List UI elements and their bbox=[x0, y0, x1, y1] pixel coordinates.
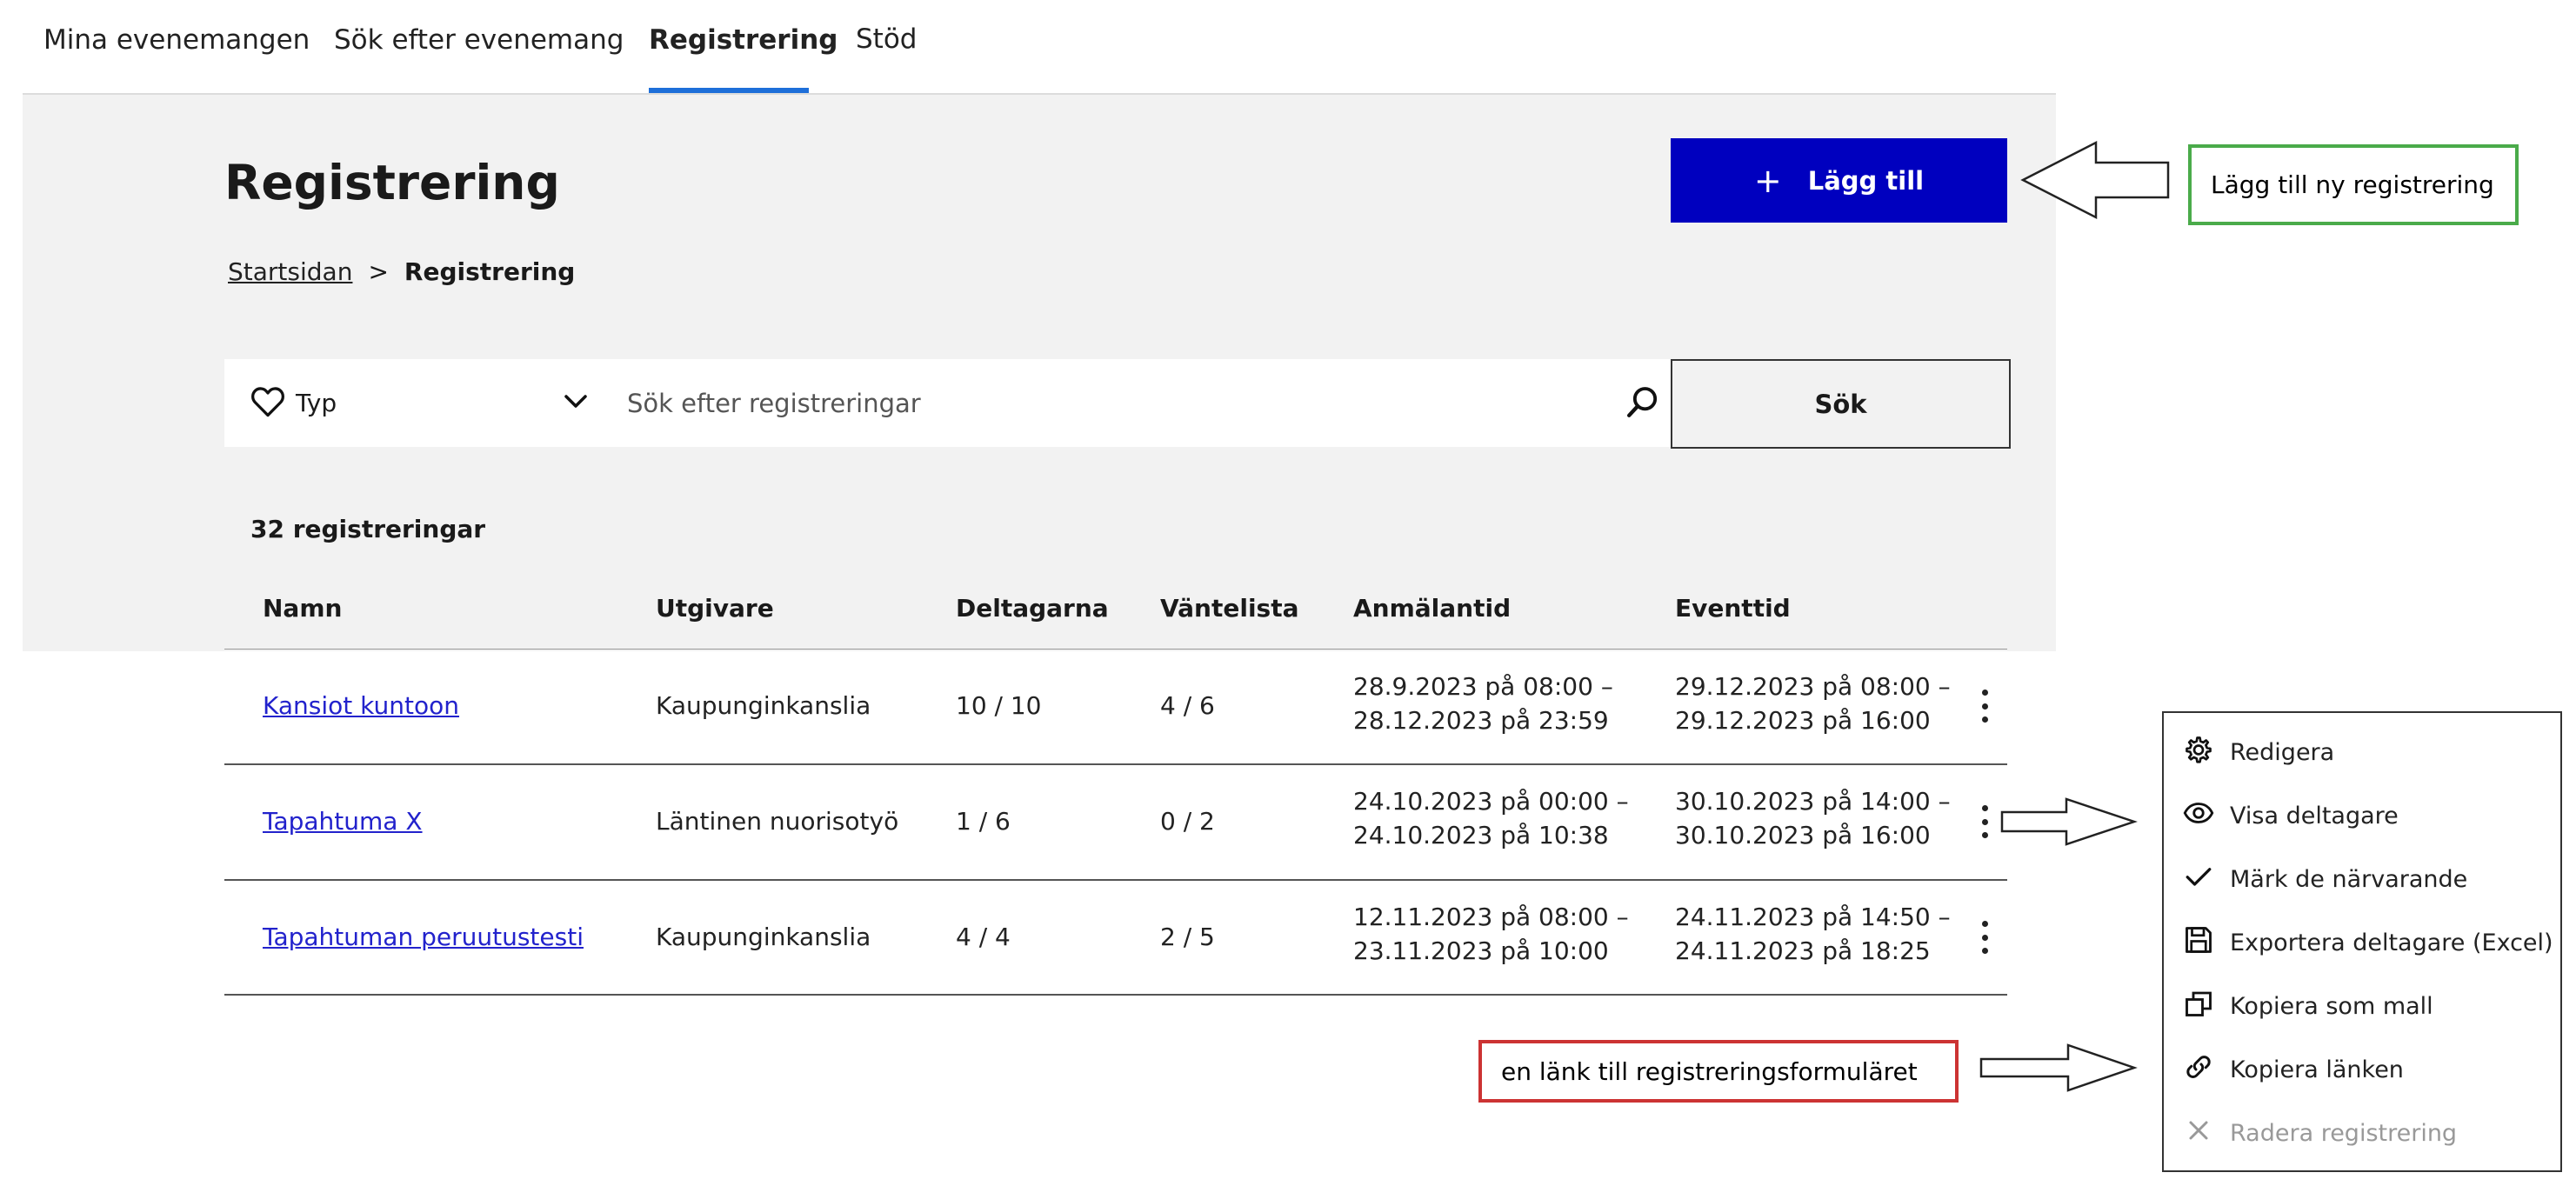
nav-item-registrering[interactable]: Registrering bbox=[649, 24, 838, 56]
event-time-cell: 24.11.2023 på 14:50 –24.11.2023 på 18:25 bbox=[1675, 903, 1951, 965]
menu-item-label: Redigera bbox=[2230, 738, 2335, 766]
column-header-eventtid[interactable]: Eventtid bbox=[1675, 594, 1791, 623]
table-row-divider bbox=[224, 879, 2007, 881]
column-header-utgivare[interactable]: Utgivare bbox=[656, 594, 774, 623]
publisher-cell: Läntinen nuorisotyö bbox=[656, 807, 899, 836]
results-count: 32 registreringar bbox=[250, 515, 486, 543]
row-actions-menu: Redigera Visa deltagare Märk de närvaran… bbox=[2162, 711, 2562, 1172]
chevron-down-icon bbox=[564, 394, 588, 413]
search-icon[interactable] bbox=[1625, 384, 1660, 423]
search-input[interactable] bbox=[625, 387, 1625, 419]
add-registration-button[interactable]: + Lägg till bbox=[1671, 138, 2007, 223]
nav-item-sok-efter-evenemang[interactable]: Sök efter evenemang bbox=[334, 24, 624, 56]
menu-item-label: Kopiera länken bbox=[2230, 1056, 2404, 1083]
add-registration-callout: Lägg till ny registrering bbox=[2188, 144, 2519, 225]
add-button-label: Lägg till bbox=[1807, 165, 1925, 196]
nav-item-mina-evenemangen[interactable]: Mina evenemangen bbox=[43, 24, 310, 56]
search-field bbox=[599, 359, 1686, 447]
right-arrow-icon bbox=[2000, 797, 2138, 846]
menu-item-visa-deltagare[interactable]: Visa deltagare bbox=[2183, 794, 2399, 837]
close-icon bbox=[2183, 1115, 2214, 1152]
breadcrumb-current: Registrering bbox=[404, 257, 576, 286]
menu-item-export-excel[interactable]: Exportera deltagare (Excel) bbox=[2183, 921, 2553, 964]
plus-icon: + bbox=[1753, 161, 1782, 200]
publisher-cell: Kaupunginkanslia bbox=[656, 923, 871, 951]
publisher-cell: Kaupunginkanslia bbox=[656, 691, 871, 720]
heart-icon bbox=[250, 386, 285, 421]
link-icon bbox=[2183, 1051, 2214, 1089]
table-row-divider bbox=[224, 763, 2007, 765]
breadcrumb-home-link[interactable]: Startsidan bbox=[228, 257, 352, 286]
column-header-namn[interactable]: Namn bbox=[263, 594, 342, 623]
type-filter-select[interactable]: Typ bbox=[224, 359, 614, 447]
save-icon bbox=[2183, 924, 2214, 962]
participants-cell: 10 / 10 bbox=[956, 691, 1042, 720]
registration-time-cell: 12.11.2023 på 08:00 –23.11.2023 på 10:00 bbox=[1353, 903, 1629, 965]
participants-cell: 1 / 6 bbox=[956, 807, 1011, 836]
table-row-divider bbox=[224, 994, 2007, 996]
menu-item-redigera[interactable]: Redigera bbox=[2183, 730, 2334, 774]
right-arrow-icon bbox=[1979, 1043, 2138, 1092]
table-header-divider bbox=[224, 649, 2007, 650]
breadcrumb: Startsidan > Registrering bbox=[228, 257, 575, 286]
waitlist-cell: 2 / 5 bbox=[1160, 923, 1215, 951]
registration-time-cell: 24.10.2023 på 00:00 –24.10.2023 på 10:38 bbox=[1353, 787, 1629, 850]
menu-item-mark-present[interactable]: Märk de närvarande bbox=[2183, 857, 2467, 901]
menu-item-label: Radera registrering bbox=[2230, 1119, 2458, 1147]
registration-name-link[interactable]: Kansiot kuntoon bbox=[263, 691, 459, 720]
registration-name-link[interactable]: Tapahtuman peruutustesti bbox=[263, 923, 584, 951]
type-filter-label: Typ bbox=[296, 389, 337, 417]
copy-icon bbox=[2183, 988, 2214, 1025]
menu-item-label: Exportera deltagare (Excel) bbox=[2230, 929, 2553, 956]
nav-item-stod[interactable]: Stöd bbox=[856, 23, 917, 55]
breadcrumb-separator: > bbox=[368, 257, 389, 286]
column-header-anmalantid[interactable]: Anmälantid bbox=[1353, 594, 1511, 623]
row-actions-menu-icon[interactable] bbox=[1972, 684, 1998, 728]
menu-item-label: Kopiera som mall bbox=[2230, 992, 2433, 1020]
menu-item-copy-link[interactable]: Kopiera länken bbox=[2183, 1048, 2404, 1091]
left-arrow-icon bbox=[2020, 140, 2170, 220]
gear-icon bbox=[2183, 734, 2214, 771]
check-icon bbox=[2183, 861, 2214, 898]
column-header-deltagarna[interactable]: Deltagarna bbox=[956, 594, 1109, 623]
search-button[interactable]: Sök bbox=[1671, 359, 2011, 449]
registration-name-link[interactable]: Tapahtuma X bbox=[263, 807, 423, 836]
participants-cell: 4 / 4 bbox=[956, 923, 1011, 951]
menu-item-copy-as-template[interactable]: Kopiera som mall bbox=[2183, 984, 2433, 1028]
row-actions-menu-icon[interactable] bbox=[1972, 916, 1998, 959]
waitlist-cell: 4 / 6 bbox=[1160, 691, 1215, 720]
row-actions-menu-icon[interactable] bbox=[1972, 800, 1998, 843]
waitlist-cell: 0 / 2 bbox=[1160, 807, 1215, 836]
column-header-vantelista[interactable]: Väntelista bbox=[1160, 594, 1298, 623]
page-title: Registrering bbox=[224, 155, 560, 210]
event-time-cell: 30.10.2023 på 14:00 –30.10.2023 på 16:00 bbox=[1675, 787, 1951, 850]
menu-item-label: Märk de närvarande bbox=[2230, 865, 2468, 893]
event-time-cell: 29.12.2023 på 08:00 –29.12.2023 på 16:00 bbox=[1675, 672, 1951, 735]
eye-icon bbox=[2183, 797, 2214, 835]
registration-time-cell: 28.9.2023 på 08:00 –28.12.2023 på 23:59 bbox=[1353, 672, 1613, 735]
menu-item-delete-registration: Radera registrering bbox=[2183, 1111, 2457, 1155]
menu-item-label: Visa deltagare bbox=[2230, 802, 2399, 830]
form-link-callout: en länk till registreringsformuläret bbox=[1478, 1040, 1959, 1103]
